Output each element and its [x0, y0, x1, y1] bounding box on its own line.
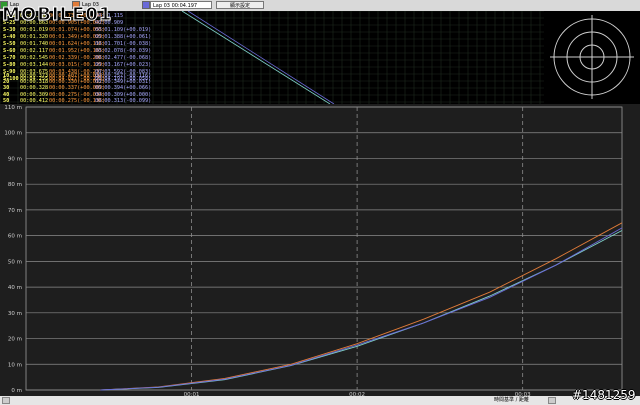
base-time: 00:01.740	[20, 41, 49, 47]
split-row: S-40 00:01.32000:01.349(+00.029)00:01.388…	[3, 34, 151, 41]
display-settings-button[interactable]: 顯示設定	[216, 1, 264, 9]
logo: MOBILE01	[2, 4, 113, 25]
compare-time-1: 00:01.624(+00.116)	[49, 41, 106, 47]
row-label: S-60	[3, 48, 16, 54]
row-label: S-30	[3, 27, 16, 33]
split-row: S-60 00:02.11700:01.952(+00.165)00:02.078…	[3, 48, 151, 55]
compare-time-2: 00:03.167(+00.023)	[95, 62, 152, 68]
compare-time-1: 00:03.015(-00.129)	[49, 62, 106, 68]
compare-time-2: 00:02.477(-00.068)	[95, 55, 152, 61]
compare-time-2: 00:01.701(-00.038)	[95, 41, 152, 47]
watermark: #1481259	[572, 388, 636, 402]
base-time: 00:01.320	[20, 34, 49, 40]
compare-time-1: 00:02.339(-00.206)	[49, 55, 106, 61]
y-tick-label: 100 m	[4, 131, 22, 137]
y-tick-label: 30 m	[8, 311, 22, 317]
row-label: S-70	[3, 55, 16, 61]
split-row: S-50 00:01.74000:01.624(+00.116)00:01.701…	[3, 41, 151, 48]
time-axis-label: 時間基準 / 距離	[494, 397, 529, 403]
compare-time-1: 00:01.074(+00.055)	[49, 27, 106, 33]
base-time: 00:02.545	[20, 55, 49, 61]
compare-time-2: 00:01.388(+00.061)	[95, 34, 152, 40]
y-tick-label: 50 m	[8, 259, 22, 265]
y-tick-label: 90 m	[8, 156, 22, 162]
base-time: 00:02.117	[20, 48, 49, 54]
gforce-target-icon	[550, 15, 634, 99]
scroll-left-button[interactable]	[2, 397, 10, 404]
compare-time-1: 00:01.349(+00.029)	[49, 34, 106, 40]
row-label: S-50	[3, 41, 16, 47]
y-tick-label: 80 m	[8, 182, 22, 188]
lap-select[interactable]: Lap 03 00:04.197	[150, 1, 212, 9]
compare-time-2: 00:02.078(-00.039)	[95, 48, 152, 54]
y-tick-label: 20 m	[8, 337, 22, 343]
compare-time-2: 00:01.109(+00.019)	[95, 27, 152, 33]
base-time: 00:01.019	[20, 27, 49, 33]
distance-time-chart: 0 m 10 m 20 m 30 m 40 m 50 m 60 m 70 m 80 m 90 m 1…	[0, 104, 640, 396]
y-tick-label: 110 m	[4, 105, 22, 111]
y-tick-label: 70 m	[8, 208, 22, 214]
compare-time-1: 00:01.952(+00.165)	[49, 48, 106, 54]
y-tick-label: 10 m	[8, 362, 22, 368]
y-tick-label: 0 m	[11, 388, 22, 394]
y-tick-label: 60 m	[8, 234, 22, 240]
y-tick-label: 40 m	[8, 285, 22, 291]
base-time: 00:03.144	[20, 62, 49, 68]
gforce-panel	[544, 11, 640, 104]
row-label: S-80	[3, 62, 16, 68]
row-label: S-40	[3, 34, 16, 40]
color-swatch-blue[interactable]	[142, 1, 150, 9]
split-row: S-30 00:01.01900:01.074(+00.055)00:01.109…	[3, 27, 151, 34]
split-row: S-70 00:02.54500:02.339(-00.206)00:02.477…	[3, 55, 151, 62]
scroll-right-button[interactable]	[548, 397, 556, 404]
split-row: S-80 00:03.14400:03.015(-00.129)00:03.167…	[3, 62, 151, 69]
bottom-scrollbar: 時間基準 / 距離	[0, 396, 640, 405]
